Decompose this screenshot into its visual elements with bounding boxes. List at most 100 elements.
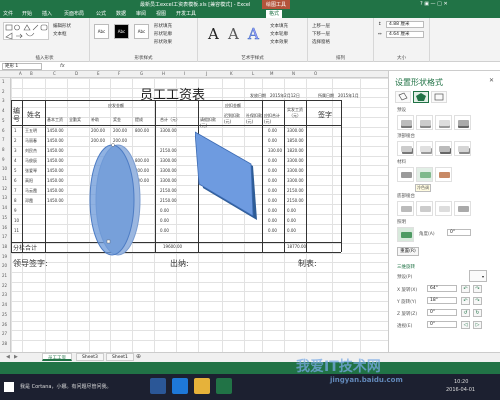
row-value[interactable]: 2150.00 bbox=[160, 188, 177, 193]
column-header[interactable]: K bbox=[230, 71, 233, 76]
row-value[interactable]: 1450.00 bbox=[47, 138, 64, 143]
row-value[interactable]: 3300.00 bbox=[287, 178, 304, 183]
light-tile[interactable] bbox=[454, 201, 471, 216]
column-header[interactable]: C bbox=[53, 71, 56, 76]
bevel-tile[interactable] bbox=[397, 115, 414, 130]
tab-formulas[interactable]: 公式 bbox=[96, 10, 106, 17]
rotate-left-icon[interactable]: ↶ bbox=[461, 285, 470, 293]
row-value[interactable]: 3300.00 bbox=[160, 158, 177, 163]
row-header[interactable]: 23 bbox=[2, 292, 7, 297]
row-value[interactable]: 0.00 bbox=[160, 228, 169, 233]
bevel-tile[interactable] bbox=[416, 141, 433, 156]
column-header[interactable]: O bbox=[314, 71, 317, 76]
row-header[interactable]: 7 bbox=[2, 137, 5, 142]
sheet-nav-right-icon[interactable]: ▶ bbox=[14, 354, 18, 360]
send-backward-button[interactable]: 下移一层 bbox=[312, 31, 330, 37]
rotate-ccw-icon[interactable]: ↺ bbox=[461, 309, 470, 317]
row-no[interactable]: 10 bbox=[14, 218, 19, 223]
tab-insert[interactable]: 插入 bbox=[42, 10, 52, 17]
column-header[interactable]: J bbox=[206, 71, 207, 76]
row-name[interactable]: 马云霞 bbox=[25, 188, 37, 194]
row-header[interactable]: 28 bbox=[2, 341, 7, 346]
tab-effects[interactable] bbox=[413, 91, 429, 103]
row-header[interactable]: 13 bbox=[2, 195, 7, 200]
material-tile[interactable] bbox=[397, 167, 414, 182]
row-header[interactable]: 15 bbox=[2, 215, 7, 220]
row-value[interactable]: 0.00 bbox=[287, 228, 296, 233]
material-tile-selected[interactable] bbox=[416, 167, 433, 182]
row-value[interactable]: 200.00 bbox=[91, 128, 105, 133]
window-controls[interactable]: ? ▣ — □ ✕ bbox=[420, 1, 448, 7]
row-value[interactable]: 3300.00 bbox=[287, 168, 304, 173]
row-value[interactable]: 3300.00 bbox=[287, 128, 304, 133]
row-header[interactable]: 9 bbox=[2, 157, 5, 162]
row-header[interactable]: 14 bbox=[2, 205, 7, 210]
row-value[interactable]: 0.00 bbox=[268, 158, 277, 163]
row-name[interactable]: 邓霞 bbox=[25, 198, 33, 204]
row-header[interactable]: 12 bbox=[2, 186, 7, 191]
row-no[interactable]: 11 bbox=[14, 228, 19, 233]
row-value[interactable]: 1450.00 bbox=[47, 148, 64, 153]
row-value[interactable]: 1450.00 bbox=[47, 198, 64, 203]
row-header[interactable]: 27 bbox=[2, 331, 7, 336]
bevel-tile[interactable] bbox=[416, 115, 433, 130]
text-outline-button[interactable]: 文本轮廓 bbox=[270, 31, 288, 37]
tab-home[interactable]: 开始 bbox=[22, 10, 32, 17]
add-sheet-icon[interactable]: ⊕ bbox=[136, 353, 141, 360]
row-value[interactable]: 3300.00 bbox=[160, 178, 177, 183]
row-name[interactable]: 刘民杰 bbox=[25, 148, 37, 154]
row-value[interactable]: 0.00 bbox=[268, 188, 277, 193]
row-header[interactable]: 5 bbox=[2, 118, 5, 123]
bring-forward-button[interactable]: 上移一层 bbox=[312, 23, 330, 29]
tab-size-properties[interactable] bbox=[431, 91, 447, 103]
angle-input[interactable]: 0° bbox=[447, 229, 471, 236]
light-tile-selected[interactable] bbox=[397, 227, 414, 242]
material-tile[interactable] bbox=[435, 167, 452, 182]
row-name[interactable]: 王五明 bbox=[25, 128, 37, 134]
row-no[interactable]: 2 bbox=[14, 138, 17, 143]
row-value[interactable]: 0.00 bbox=[268, 208, 277, 213]
fx-icon[interactable]: fx bbox=[60, 63, 65, 69]
column-header[interactable]: H bbox=[162, 71, 165, 76]
wordart-a-gray[interactable]: A bbox=[228, 25, 239, 43]
row-value[interactable]: 1450.00 bbox=[47, 168, 64, 173]
row-value[interactable]: 0.00 bbox=[268, 138, 277, 143]
column-header[interactable]: L bbox=[252, 71, 254, 76]
reset-button[interactable]: 重置(R) bbox=[397, 247, 419, 256]
rotate-down-icon[interactable]: ↷ bbox=[473, 297, 482, 305]
row-header[interactable]: 19 bbox=[2, 254, 7, 259]
light-tile[interactable] bbox=[416, 201, 433, 216]
row-name[interactable]: 高阳 bbox=[25, 178, 33, 184]
row-value[interactable]: 3300.00 bbox=[160, 168, 177, 173]
column-header[interactable]: N bbox=[292, 71, 295, 76]
tab-fill-line[interactable] bbox=[395, 91, 411, 103]
row-value[interactable]: 2150.00 bbox=[160, 148, 177, 153]
row-header[interactable]: 2 bbox=[2, 89, 5, 94]
row-header[interactable]: 11 bbox=[2, 176, 7, 181]
row-value[interactable]: 0.00 bbox=[160, 208, 169, 213]
row-header[interactable]: 22 bbox=[2, 283, 7, 288]
column-header[interactable]: I bbox=[184, 71, 185, 76]
sheet-tab-sheet3[interactable]: Sheet3 bbox=[76, 353, 104, 361]
row-value[interactable]: 1450.00 bbox=[47, 158, 64, 163]
row-header[interactable]: 17 bbox=[2, 234, 7, 239]
row-header[interactable]: 20 bbox=[2, 263, 7, 268]
task-view-icon[interactable] bbox=[150, 378, 166, 394]
sheet-nav-left-icon[interactable]: ◀ bbox=[6, 354, 10, 360]
row-no[interactable]: 7 bbox=[14, 188, 17, 193]
row-name[interactable]: 马丽春 bbox=[25, 138, 37, 144]
shapes-gallery[interactable] bbox=[3, 22, 49, 40]
windows-start-icon[interactable] bbox=[4, 382, 14, 392]
row-name[interactable]: 张爱琴 bbox=[25, 168, 37, 174]
row-header[interactable]: 24 bbox=[2, 302, 7, 307]
row-no[interactable]: 1 bbox=[14, 128, 17, 133]
style-swatch-2[interactable]: Abc bbox=[114, 24, 129, 39]
rotation-preset-dropdown[interactable]: ▾ bbox=[469, 270, 487, 282]
row-header[interactable]: 18 bbox=[2, 244, 7, 249]
shape-fill-button[interactable]: 形状填充 bbox=[154, 23, 172, 29]
text-fill-button[interactable]: 文本填充 bbox=[270, 23, 288, 29]
row-no[interactable]: 6 bbox=[14, 178, 17, 183]
column-header[interactable]: M bbox=[270, 71, 273, 76]
row-value[interactable]: 0.00 bbox=[268, 218, 277, 223]
row-header[interactable]: 3 bbox=[2, 98, 5, 103]
